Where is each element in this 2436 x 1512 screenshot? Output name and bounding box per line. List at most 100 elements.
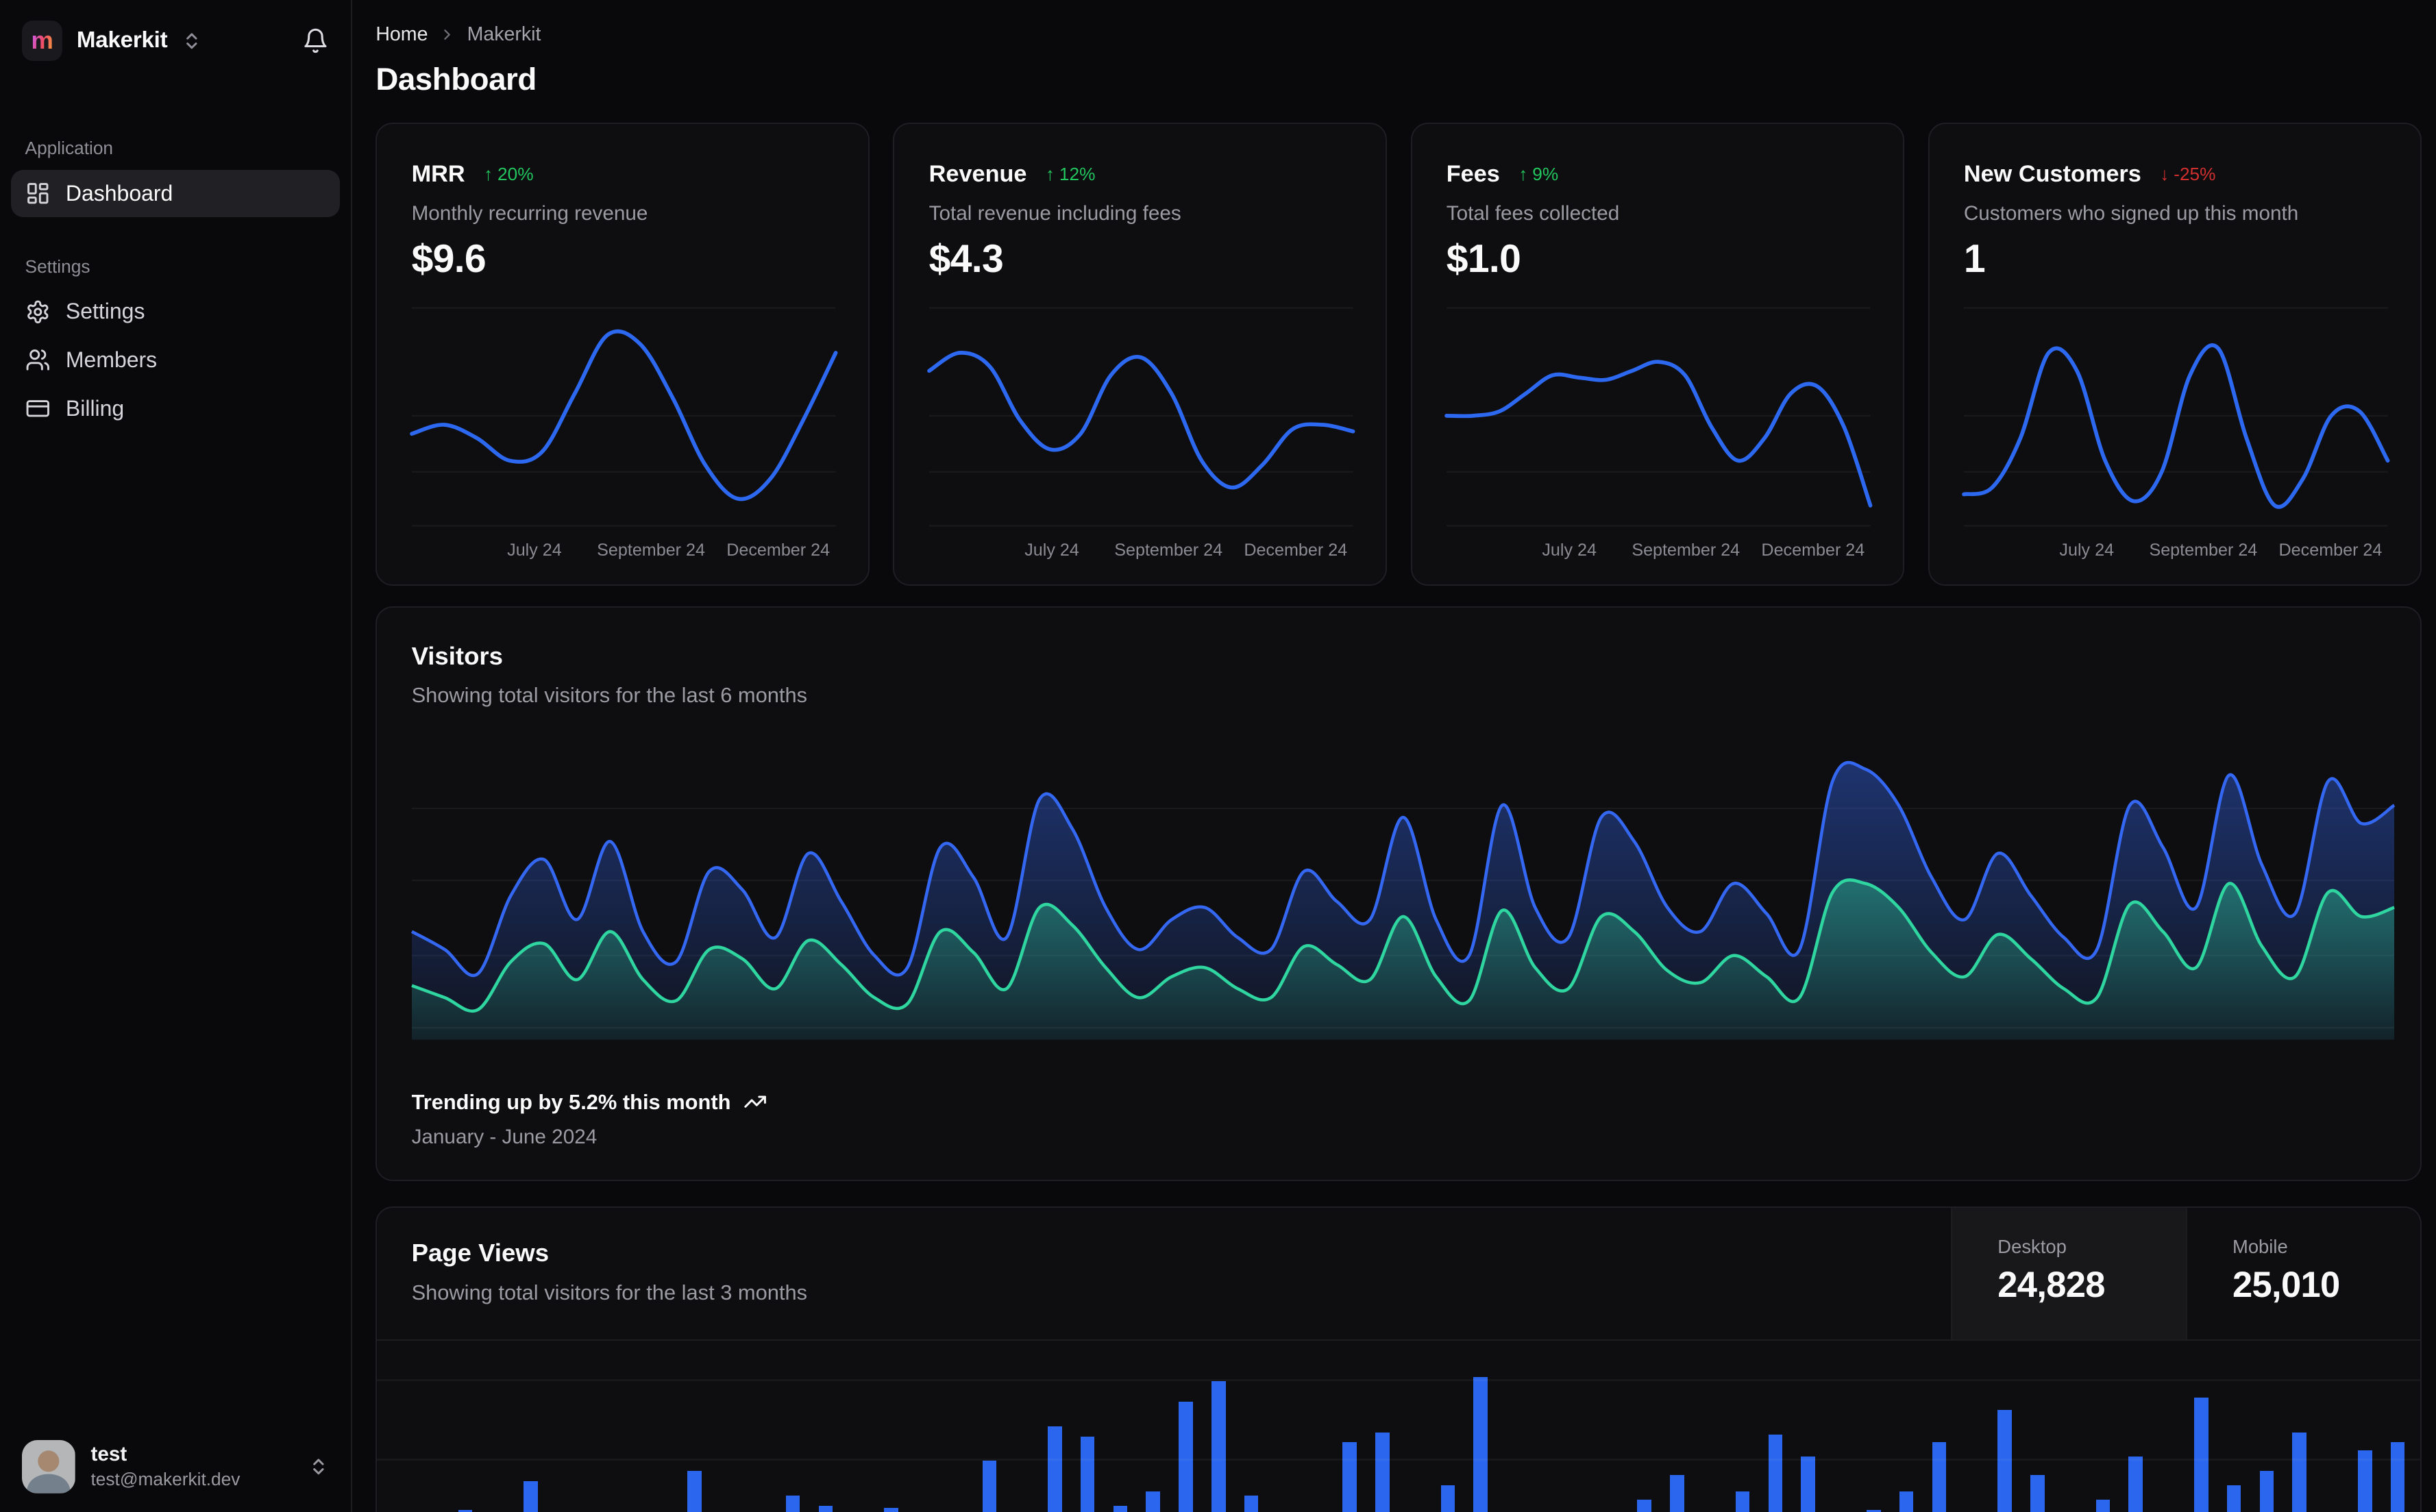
stat-card-fees: Fees ↑9% Total fees collected $1.0 July … xyxy=(1411,123,1905,586)
bar xyxy=(2030,1475,2045,1512)
page-views-title: Page Views xyxy=(412,1239,1951,1267)
stat-title: Fees xyxy=(1447,161,1500,188)
bar xyxy=(1932,1442,1947,1512)
bar xyxy=(1048,1426,1062,1512)
visitors-area-chart xyxy=(412,739,2394,1040)
bar xyxy=(524,1481,538,1512)
stat-card-revenue: Revenue ↑12% Total revenue including fee… xyxy=(893,123,1387,586)
stat-card-new-customers: New Customers ↓-25% Customers who signed… xyxy=(1928,123,2422,586)
user-name: test xyxy=(91,1441,241,1467)
bar xyxy=(1736,1491,1750,1512)
bar xyxy=(1081,1437,1095,1512)
bar xyxy=(1342,1442,1357,1512)
user-email: test@makerkit.dev xyxy=(91,1467,241,1491)
bar xyxy=(2391,1442,2405,1512)
toggle-mobile[interactable]: Mobile 25,010 xyxy=(2186,1208,2421,1339)
bell-icon[interactable] xyxy=(302,27,329,54)
toggle-desktop[interactable]: Desktop 24,828 xyxy=(1951,1208,2186,1339)
page-title: Dashboard xyxy=(376,62,2422,97)
sidebar-item-label: Dashboard xyxy=(66,181,173,206)
x-axis-labels: July 24September 24December 24 xyxy=(1447,528,1871,569)
x-axis-labels: July 24September 24December 24 xyxy=(929,528,1353,569)
bar xyxy=(1997,1410,2012,1512)
sidebar-item-label: Settings xyxy=(66,299,145,324)
bar xyxy=(1473,1377,1488,1512)
stat-title: Revenue xyxy=(929,161,1027,188)
stat-title: MRR xyxy=(412,161,465,188)
x-axis-labels: July 24September 24December 24 xyxy=(412,528,836,569)
trend-badge: ↑12% xyxy=(1046,164,1096,185)
dashboard-app: m Makerkit Application Dashboard Setting… xyxy=(0,0,2436,1512)
sidebar-section-application: Application xyxy=(25,138,326,159)
x-axis-labels: July 24September 24December 24 xyxy=(1964,528,2388,569)
arrow-up-icon: ↑ xyxy=(1046,164,1055,185)
toggle-label: Mobile xyxy=(2232,1236,2420,1258)
sidebar-section-settings: Settings xyxy=(25,256,326,277)
arrow-up-icon: ↑ xyxy=(1518,164,1527,185)
visitors-footer: Trending up by 5.2% this month xyxy=(412,1090,2394,1115)
breadcrumb: Home Makerkit xyxy=(376,23,2422,46)
user-menu[interactable]: test test@makerkit.dev xyxy=(0,1422,351,1512)
stat-card-mrr: MRR ↑20% Monthly recurring revenue $9.6 … xyxy=(376,123,870,586)
breadcrumb-home[interactable]: Home xyxy=(376,23,428,46)
stat-description: Monthly recurring revenue xyxy=(412,202,836,225)
toggle-value: 24,828 xyxy=(1997,1264,2185,1306)
trend-badge: ↓-25% xyxy=(2160,164,2215,185)
bar xyxy=(687,1471,702,1512)
bar xyxy=(2096,1500,2111,1512)
workspace-name: Makerkit xyxy=(77,27,168,53)
breadcrumb-current[interactable]: Makerkit xyxy=(467,23,541,46)
bar xyxy=(458,1510,473,1512)
sidebar-item-settings[interactable]: Settings xyxy=(11,288,340,336)
stat-value: $9.6 xyxy=(412,236,836,282)
gear-icon xyxy=(25,299,51,325)
sidebar-item-dashboard[interactable]: Dashboard xyxy=(11,170,340,217)
chevrons-up-down-icon[interactable] xyxy=(182,31,202,51)
bar xyxy=(2292,1433,2306,1512)
bar xyxy=(2260,1471,2274,1512)
logo-letter: m xyxy=(31,28,53,53)
bar xyxy=(1899,1491,1914,1512)
bar xyxy=(1375,1433,1390,1512)
bar xyxy=(1244,1496,1259,1512)
visitors-card: Visitors Showing total visitors for the … xyxy=(376,606,2422,1182)
page-views-bar-chart xyxy=(377,1341,2420,1512)
arrow-up-icon: ↑ xyxy=(484,164,493,185)
trending-up-icon xyxy=(743,1090,767,1113)
visitors-subtitle: Showing total visitors for the last 6 mo… xyxy=(412,683,2394,708)
revenue-sparkline-chart xyxy=(929,303,1353,528)
gridline xyxy=(377,1379,2420,1380)
bar xyxy=(1211,1381,1226,1512)
bar xyxy=(1179,1402,1193,1512)
sidebar-item-label: Billing xyxy=(66,396,124,421)
chevrons-up-down-icon[interactable] xyxy=(308,1457,329,1477)
mrr-sparkline-chart xyxy=(412,303,836,528)
bar xyxy=(786,1496,800,1512)
sidebar: m Makerkit Application Dashboard Setting… xyxy=(0,0,352,1512)
bar xyxy=(1867,1510,1881,1512)
toggle-label: Desktop xyxy=(1997,1236,2185,1258)
stat-value: $4.3 xyxy=(929,236,1353,282)
bar xyxy=(1441,1485,1455,1512)
toggle-value: 25,010 xyxy=(2232,1264,2420,1306)
stat-description: Customers who signed up this month xyxy=(1964,202,2388,225)
stat-description: Total revenue including fees xyxy=(929,202,1353,225)
page-views-card: Page Views Showing total visitors for th… xyxy=(376,1206,2422,1512)
page-views-subtitle: Showing total visitors for the last 3 mo… xyxy=(412,1280,1951,1305)
fees-sparkline-chart xyxy=(1447,303,1871,528)
users-icon xyxy=(25,347,51,373)
trend-badge: ↑9% xyxy=(1518,164,1558,185)
gridline xyxy=(377,1459,2420,1460)
chevron-right-icon xyxy=(439,26,456,43)
visitors-date-range: January - June 2024 xyxy=(412,1126,2394,1149)
bar xyxy=(2194,1398,2209,1512)
stat-value: $1.0 xyxy=(1447,236,1871,282)
workspace-switcher[interactable]: m Makerkit xyxy=(0,0,351,82)
bar xyxy=(1801,1457,1815,1512)
new-customers-sparkline-chart xyxy=(1964,303,2388,528)
arrow-down-icon: ↓ xyxy=(2160,164,2169,185)
sidebar-item-members[interactable]: Members xyxy=(11,336,340,384)
bar xyxy=(983,1461,997,1512)
user-avatar xyxy=(22,1440,75,1494)
sidebar-item-billing[interactable]: Billing xyxy=(11,385,340,432)
